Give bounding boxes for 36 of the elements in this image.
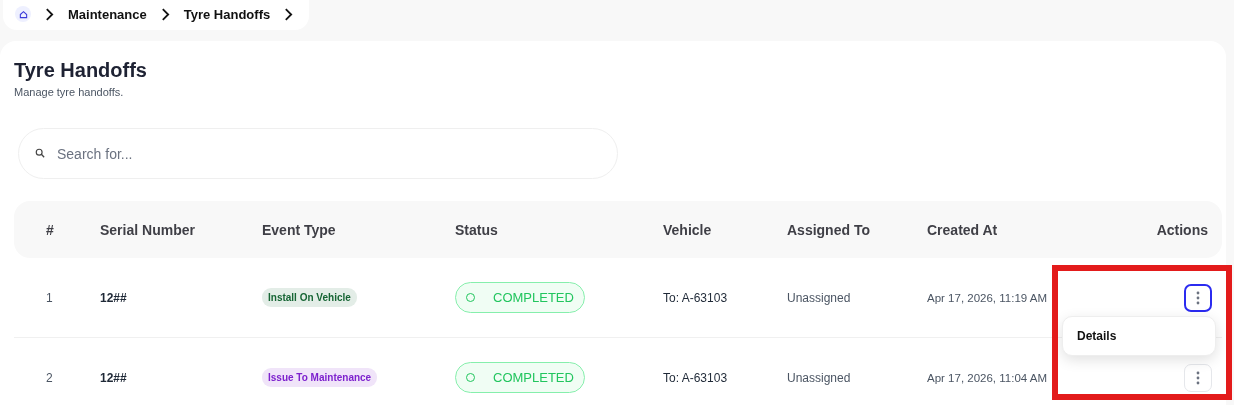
breadcrumb-link[interactable]: Tyre Handoffs — [183, 6, 271, 22]
column-header: Status — [455, 221, 499, 238]
serial-number: 12## — [100, 290, 128, 305]
more-icon — [1196, 290, 1200, 305]
column-header: Assigned To — [787, 221, 871, 238]
status-badge: COMPLETED — [455, 362, 585, 393]
column-header: Serial Number — [100, 221, 196, 238]
page-title: Tyre Handoffs — [14, 59, 148, 82]
event-type-tag: Install On Vehicle — [262, 288, 357, 307]
created-at-cell-text: Apr 17, 2026, 11:04 AM — [927, 371, 1048, 384]
chevron-right-icon — [284, 7, 294, 21]
breadcrumb-link[interactable]: Maintenance — [68, 6, 147, 22]
column-header: Created At — [927, 221, 999, 238]
row-number: 2 — [45, 370, 54, 385]
column-header: Actions — [1156, 221, 1209, 238]
event-type-tag: Issue To Maintenance — [262, 368, 378, 387]
chevron-right-icon — [45, 7, 54, 21]
assignee-cell-text: Unassigned — [787, 290, 852, 305]
column-header: Vehicle — [663, 221, 713, 238]
page-subtitle: Manage tyre handoffs. — [14, 86, 125, 98]
more-icon — [1196, 370, 1200, 385]
menu-item[interactable]: Details — [1063, 321, 1215, 351]
vehicle-cell-text: To: A-63103 — [663, 290, 729, 305]
vehicle-cell-text: To: A-63103 — [663, 370, 729, 385]
status-badge: COMPLETED — [455, 282, 585, 313]
serial-number: 12## — [100, 370, 128, 385]
chevron-right-icon — [160, 7, 170, 21]
more-actions-button[interactable] — [1184, 283, 1212, 312]
row-number: 1 — [45, 290, 54, 305]
column-header: Event Type — [262, 221, 337, 238]
created-at-cell-text: Apr 17, 2026, 11:19 AM — [927, 291, 1048, 304]
search-field[interactable]: Search for... — [18, 128, 618, 179]
assignee-cell-text: Unassigned — [787, 370, 852, 385]
home-icon[interactable] — [15, 6, 31, 22]
search-icon — [35, 148, 45, 158]
column-header: # — [45, 221, 55, 238]
